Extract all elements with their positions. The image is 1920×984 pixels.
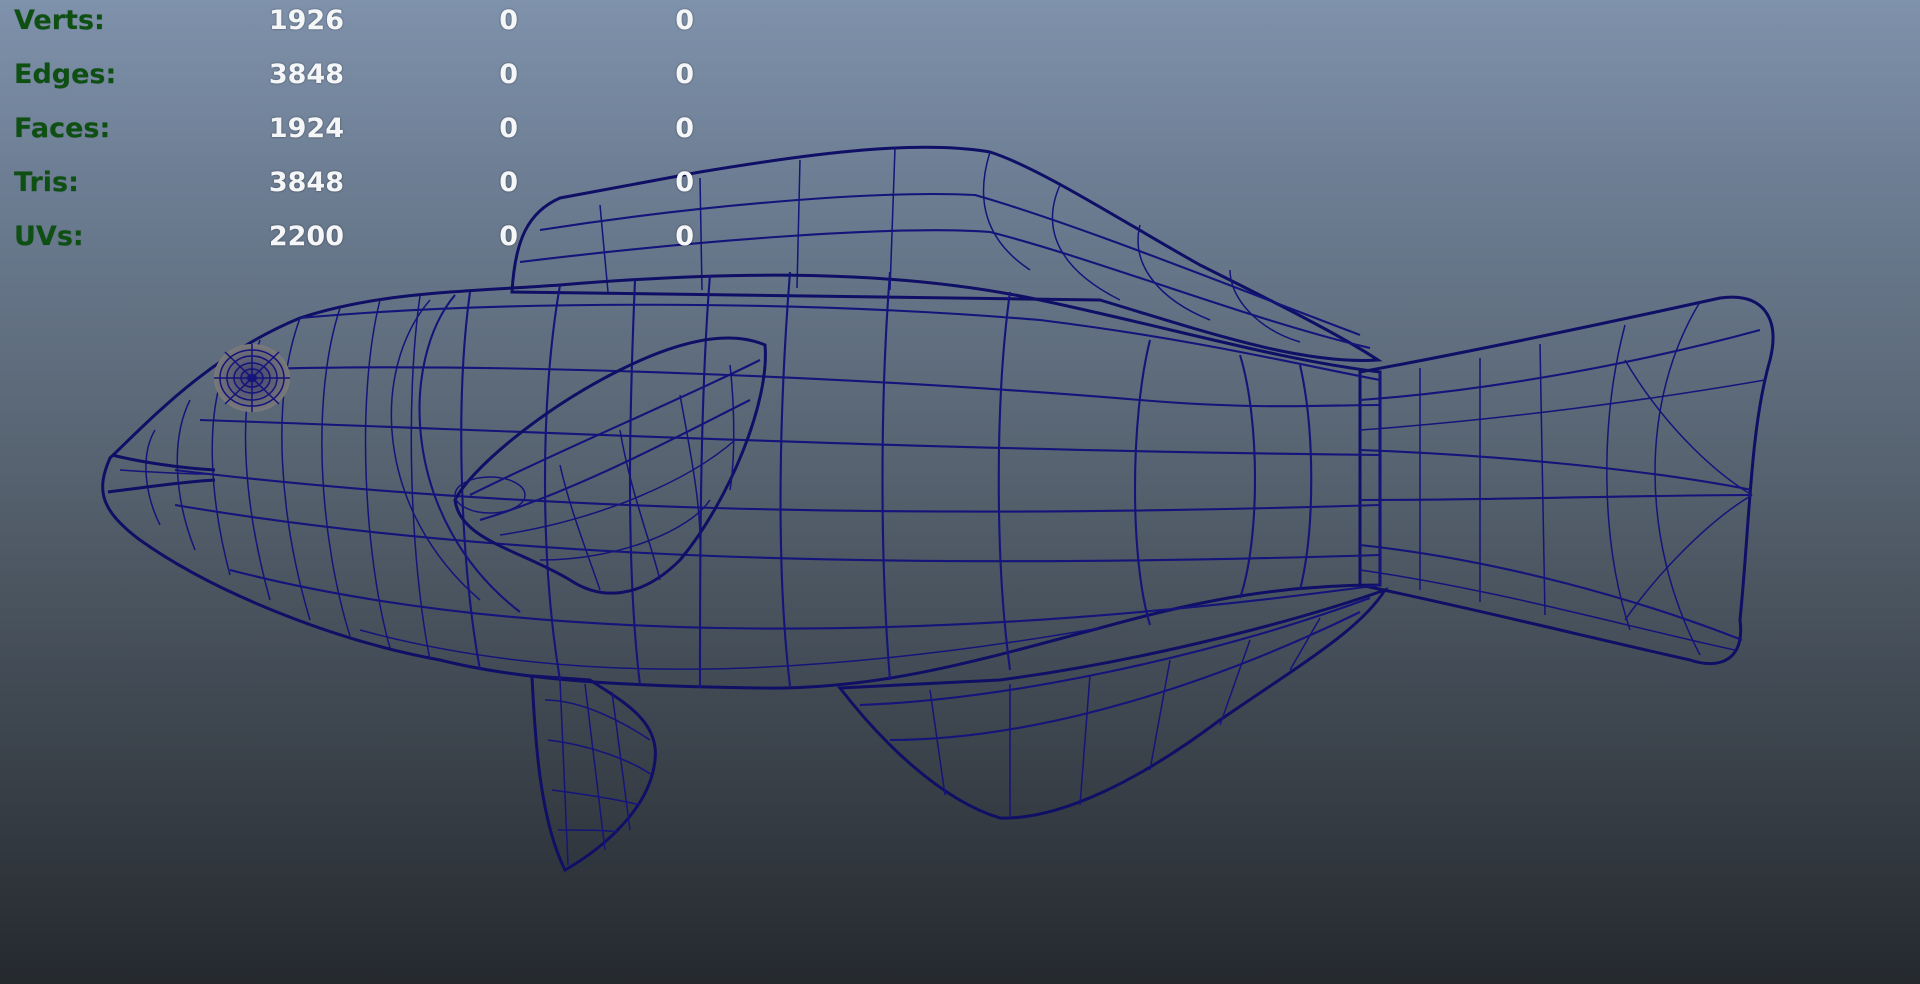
hud-label-tris: Tris: [14, 167, 79, 198]
hud-edges-selected: 0 [499, 59, 518, 90]
hud-faces-component: 0 [675, 113, 694, 144]
fish-mouth [107, 453, 216, 494]
hud-row-faces: Faces: 1924 0 0 [14, 102, 714, 156]
hud-row-tris: Tris: 3848 0 0 [14, 156, 714, 210]
hud-faces-selected: 0 [499, 113, 518, 144]
tail-fin [1358, 295, 1775, 666]
poly-count-hud: Verts: 1926 0 0 Edges: 3848 0 0 Faces: 1… [14, 0, 714, 264]
hud-tris-selected: 0 [499, 167, 518, 198]
3d-viewport[interactable]: Verts: 1926 0 0 Edges: 3848 0 0 Faces: 1… [0, 0, 1920, 984]
hud-label-faces: Faces: [14, 113, 111, 144]
tail-fin-wireframe [1359, 301, 1766, 656]
hud-faces-object: 1924 [268, 113, 344, 144]
hud-uvs-selected: 0 [499, 221, 518, 252]
pectoral-fin [453, 336, 767, 595]
hud-uvs-object: 2200 [268, 221, 344, 252]
hud-verts-object: 1926 [268, 5, 344, 36]
hud-edges-component: 0 [675, 59, 694, 90]
hud-label-verts: Verts: [14, 5, 105, 36]
hud-edges-object: 3848 [268, 59, 344, 90]
pelvic-fin [530, 674, 657, 873]
hud-label-uvs: UVs: [14, 221, 84, 252]
hud-tris-component: 0 [675, 167, 694, 198]
hud-uvs-component: 0 [675, 221, 694, 252]
pelvic-fin-wireframe [544, 679, 653, 866]
hud-row-edges: Edges: 3848 0 0 [14, 48, 714, 102]
hud-row-verts: Verts: 1926 0 0 [14, 0, 714, 48]
hud-tris-object: 3848 [268, 167, 344, 198]
fish-eye [214, 344, 290, 412]
hud-label-edges: Edges: [14, 59, 117, 90]
hud-verts-component: 0 [675, 5, 694, 36]
hud-verts-selected: 0 [499, 5, 518, 36]
hud-row-uvs: UVs: 2200 0 0 [14, 210, 714, 264]
